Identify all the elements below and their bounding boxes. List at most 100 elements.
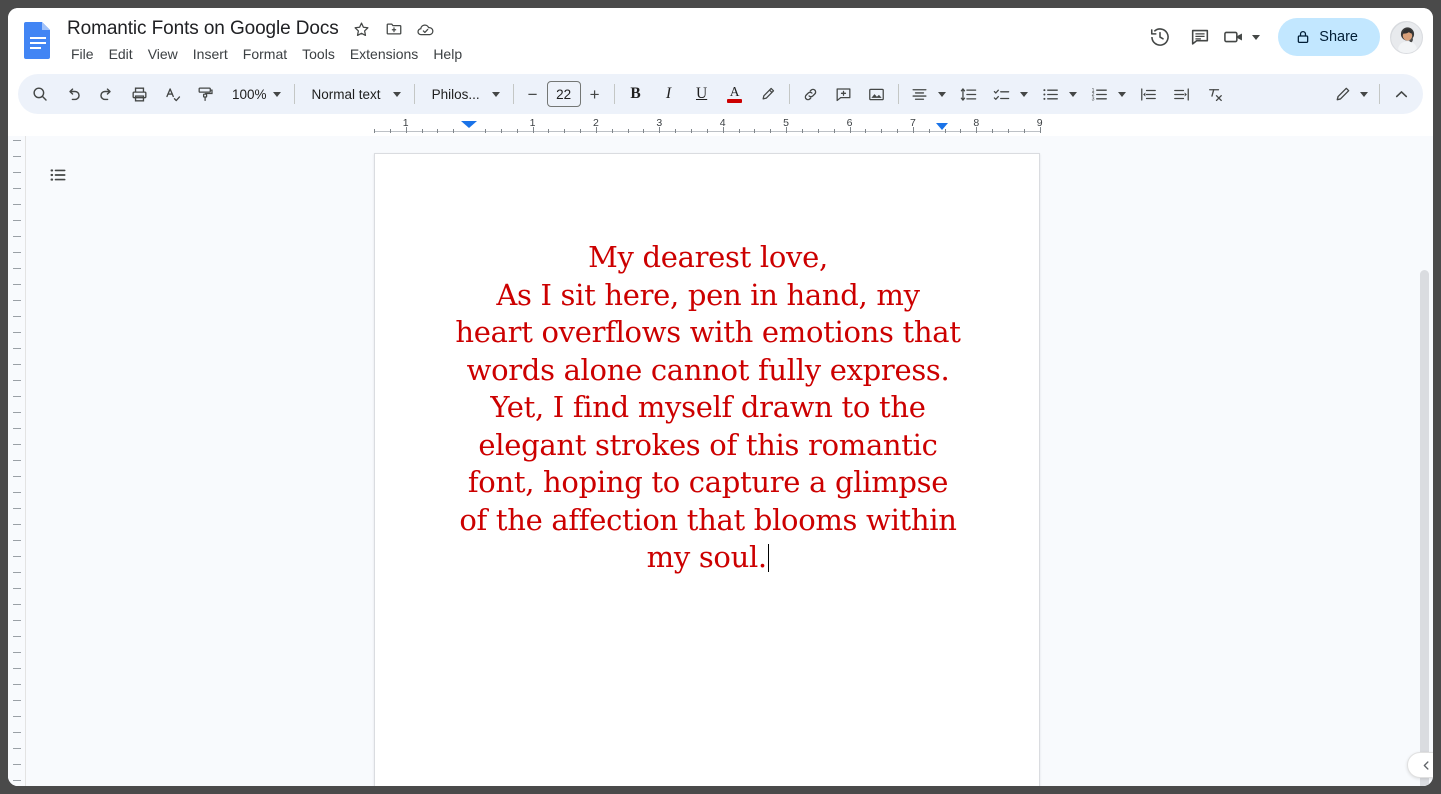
left-indent-marker[interactable] [461, 121, 477, 128]
show-document-outline-icon[interactable] [41, 158, 75, 192]
meet-caret-icon [1252, 34, 1261, 40]
ruler-tick [374, 129, 375, 133]
chevron-down-icon [392, 91, 401, 97]
lock-icon [1297, 30, 1309, 43]
vertical-ruler-tick [13, 684, 21, 685]
paint-format-icon[interactable] [191, 80, 219, 108]
bulleted-list-icon[interactable] [1037, 80, 1065, 108]
redo-icon[interactable] [92, 80, 120, 108]
vertical-ruler-tick [13, 748, 21, 749]
ruler-tick [801, 129, 803, 133]
comment-icon[interactable] [1180, 17, 1220, 57]
ruler-tick [595, 127, 597, 133]
checklist-dropdown-caret-icon[interactable] [1016, 80, 1032, 108]
print-icon[interactable] [125, 80, 153, 108]
checklist-icon[interactable] [988, 80, 1016, 108]
menu-help[interactable]: Help [426, 44, 469, 64]
ruler-tick [976, 127, 978, 133]
share-button[interactable]: Share [1278, 18, 1380, 56]
document-title[interactable]: Romantic Fonts on Google Docs [63, 16, 343, 42]
paragraph-style-control[interactable]: Normal text [302, 80, 407, 108]
collapse-side-panel-icon[interactable] [1407, 752, 1433, 778]
vertical-ruler-tick [13, 396, 21, 397]
ruler-tick [405, 127, 407, 133]
numbered-list-dropdown-caret-icon[interactable] [1114, 80, 1130, 108]
editing-mode-caret-icon[interactable] [1356, 80, 1372, 108]
edit-pencil-icon[interactable] [1328, 80, 1356, 108]
align-dropdown-caret-icon[interactable] [934, 80, 950, 108]
numbered-list-icon[interactable]: 1 2 3 [1086, 80, 1114, 108]
star-icon[interactable] [349, 16, 375, 42]
ruler-tick [912, 127, 914, 133]
right-indent-marker[interactable] [936, 123, 948, 130]
vertical-scrollbar[interactable] [1420, 270, 1429, 786]
ruler-tick [928, 129, 930, 133]
italic-button[interactable]: I [655, 80, 683, 108]
align-center-icon[interactable] [906, 80, 934, 108]
text-color-icon: A [727, 85, 743, 104]
increase-font-size-button[interactable]: + [583, 82, 607, 106]
menu-file[interactable]: File [64, 44, 101, 64]
menu-extensions[interactable]: Extensions [343, 44, 425, 64]
undo-icon[interactable] [59, 80, 87, 108]
menu-insert[interactable]: Insert [186, 44, 235, 64]
title-bar: Romantic Fonts on Google Docs File Edit … [8, 8, 1433, 70]
font-family-control[interactable]: Philos... [422, 80, 506, 108]
vertical-ruler-tick [13, 156, 21, 157]
ruler-tick [691, 129, 692, 133]
google-docs-logo[interactable] [20, 20, 56, 60]
vertical-ruler-tick [13, 188, 21, 189]
spellcheck-icon[interactable] [158, 80, 186, 108]
search-icon[interactable] [26, 80, 54, 108]
cloud-saved-icon[interactable] [413, 16, 439, 42]
ruler-tick [1023, 129, 1025, 133]
ruler-tick [706, 129, 708, 133]
vertical-ruler[interactable] [8, 136, 26, 786]
vertical-ruler-tick [13, 300, 21, 301]
highlight-pen-icon[interactable] [754, 80, 782, 108]
clear-formatting-icon[interactable] [1201, 80, 1229, 108]
vertical-ruler-tick [13, 700, 21, 701]
insert-image-icon[interactable] [863, 80, 891, 108]
add-comment-icon[interactable] [830, 80, 858, 108]
insert-link-icon[interactable] [797, 80, 825, 108]
italic-glyph: I [665, 85, 672, 102]
ruler-tick [754, 129, 756, 133]
increase-indent-icon[interactable] [1168, 80, 1196, 108]
chevron-up-icon[interactable] [1387, 80, 1415, 108]
move-to-folder-icon[interactable] [381, 16, 407, 42]
vertical-ruler-tick [13, 380, 21, 381]
ruler-tick [453, 129, 455, 133]
decrease-indent-icon[interactable] [1135, 80, 1163, 108]
underline-button[interactable]: U [688, 80, 716, 108]
ruler-tick [627, 129, 629, 133]
zoom-control[interactable]: 100% [224, 80, 287, 108]
toolbar-divider [613, 84, 615, 104]
toolbar-divider [293, 84, 295, 104]
bold-button[interactable]: B [622, 80, 650, 108]
horizontal-ruler[interactable]: 1123456789 [8, 117, 1433, 136]
line-spacing-icon[interactable] [955, 80, 983, 108]
share-label: Share [1319, 29, 1358, 45]
font-size-input[interactable]: 22 [546, 81, 581, 107]
ruler-tick [1039, 127, 1041, 133]
document-body-text[interactable]: My dearest love, As I sit here, pen in h… [455, 239, 961, 577]
vertical-ruler-tick [13, 588, 21, 589]
document-area: My dearest love, As I sit here, pen in h… [8, 136, 1433, 786]
decrease-font-size-button[interactable]: − [521, 82, 545, 106]
document-page[interactable]: My dearest love, As I sit here, pen in h… [374, 153, 1040, 786]
menu-format[interactable]: Format [236, 44, 294, 64]
menu-view[interactable]: View [141, 44, 185, 64]
user-avatar[interactable] [1390, 20, 1423, 54]
ruler-tick [548, 129, 550, 133]
version-history-icon[interactable] [1140, 17, 1180, 57]
menu-edit[interactable]: Edit [102, 44, 140, 64]
toolbar-divider [788, 84, 790, 104]
menu-tools[interactable]: Tools [295, 44, 342, 64]
vertical-ruler-tick [13, 444, 21, 445]
text-color-button[interactable]: A [721, 80, 749, 108]
bulleted-list-dropdown-caret-icon[interactable] [1065, 80, 1081, 108]
ruler-tick [580, 129, 582, 133]
meet-camera-icon[interactable] [1220, 17, 1268, 57]
vertical-ruler-tick [13, 652, 21, 653]
